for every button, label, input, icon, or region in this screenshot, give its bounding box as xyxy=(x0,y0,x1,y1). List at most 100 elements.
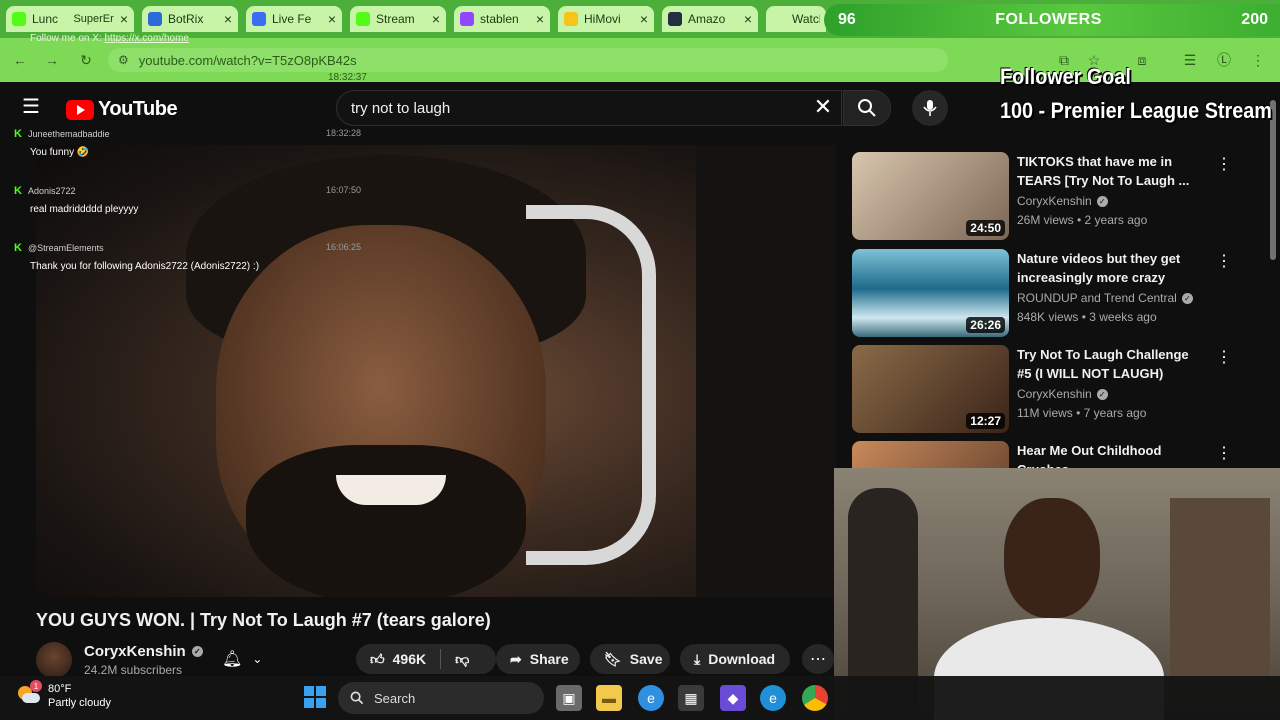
close-tab-icon[interactable]: × xyxy=(640,11,648,27)
voice-search-button[interactable] xyxy=(912,90,948,126)
chat-user: K Juneethemadbaddie xyxy=(14,128,110,140)
taskbar-search[interactable]: Search xyxy=(338,682,544,714)
related-video[interactable]: Hear Me Out Childhood Crushes ⋮ xyxy=(852,441,1272,469)
browser-tab[interactable]: Watch xyxy=(766,6,826,32)
like-button[interactable]: 👍︎ 496K xyxy=(370,651,426,668)
kebab-menu-icon[interactable]: ⋮ xyxy=(1216,347,1232,367)
tab-title: Stream xyxy=(376,12,415,26)
close-tab-icon[interactable]: × xyxy=(536,11,544,27)
chat-username: Juneethemadbaddie xyxy=(27,129,110,139)
channel-avatar[interactable] xyxy=(36,642,72,678)
weather-text: 80°F Partly cloudy xyxy=(48,682,111,710)
file-explorer-icon[interactable]: ▬ xyxy=(596,685,622,711)
download-icon: ⤓ xyxy=(694,650,701,667)
windows-start-icon[interactable] xyxy=(304,686,326,708)
verified-icon: ✓ xyxy=(1096,195,1108,207)
related-title[interactable]: Hear Me Out Childhood Crushes xyxy=(1017,441,1217,469)
edge-icon[interactable]: e xyxy=(760,685,786,711)
botrix-icon xyxy=(148,12,162,26)
related-channel[interactable]: CoryxKenshin xyxy=(1017,194,1092,208)
search-input[interactable]: try not to laugh xyxy=(336,90,842,126)
related-thumbnail[interactable] xyxy=(852,441,1009,469)
close-tab-icon[interactable]: × xyxy=(224,11,232,27)
search-button[interactable] xyxy=(843,90,891,126)
share-button[interactable]: ➦ Share xyxy=(496,644,580,674)
channel-name-row[interactable]: CoryxKenshin ✓ xyxy=(84,643,203,660)
share-label: Share xyxy=(529,651,569,667)
browser-tab[interactable]: stablen × xyxy=(454,6,550,32)
close-tab-icon[interactable]: × xyxy=(328,11,336,27)
more-icon: ⋯ xyxy=(810,651,826,668)
related-channel[interactable]: ROUNDUP and Trend Central xyxy=(1017,291,1177,305)
forward-icon[interactable]: → xyxy=(42,50,62,70)
notification-bell-button[interactable]: 🔔︎ ⌄ xyxy=(222,646,280,672)
tab-overlay-text: SuperEr xyxy=(73,13,114,25)
browser-tab[interactable]: Lunc SuperEr × xyxy=(6,6,134,32)
reload-icon[interactable]: ↻ xyxy=(76,50,96,70)
kick-icon xyxy=(356,12,370,26)
browser-tab[interactable]: Live Fe × xyxy=(246,6,342,32)
related-title[interactable]: Try Not To Laugh Challenge #5 (I WILL NO… xyxy=(1017,345,1197,383)
related-thumbnail[interactable]: 24:50 xyxy=(852,152,1009,240)
chat-user: K @StreamElements xyxy=(14,242,104,254)
chat-time: 16:06:25 xyxy=(326,242,362,252)
overlay-follow-link[interactable]: https://x.com/home xyxy=(104,33,188,44)
kebab-menu-icon[interactable]: ⋮ xyxy=(1216,251,1232,271)
kebab-menu-icon[interactable]: ⋮ xyxy=(1216,154,1232,174)
related-thumbnail[interactable]: 26:26 xyxy=(852,249,1009,337)
related-video[interactable]: 26:26 Nature videos but they get increas… xyxy=(852,249,1272,339)
chrome-icon[interactable] xyxy=(802,685,828,711)
related-video[interactable]: 24:50 TIKTOKS that have me in TEARS [Try… xyxy=(852,152,1272,242)
webcam-shelf xyxy=(1170,498,1270,698)
url-field[interactable]: ⚙ youtube.com/watch?v=T5zO8pKB42s xyxy=(108,48,948,72)
browser-tab[interactable]: HiMovi × xyxy=(558,6,654,32)
verified-icon: ✓ xyxy=(1181,292,1193,304)
more-actions-button[interactable]: ⋯ xyxy=(802,644,834,674)
video-background-panel xyxy=(696,145,836,597)
youtube-logo[interactable]: YouTube xyxy=(66,98,178,121)
tab-title: HiMovi xyxy=(584,12,621,26)
related-title[interactable]: TIKTOKS that have me in TEARS [Try Not T… xyxy=(1017,152,1197,190)
video-player[interactable] xyxy=(36,145,836,597)
browser-tab[interactable]: Stream × xyxy=(350,6,446,32)
weather-widget[interactable]: 1 80°F Partly cloudy xyxy=(16,680,111,710)
edge-dev-icon[interactable]: e xyxy=(638,685,664,711)
clear-search-icon[interactable]: ✕ xyxy=(812,96,834,118)
app-icon[interactable]: ◆ xyxy=(720,685,746,711)
related-meta: 26M views • 2 years ago xyxy=(1017,213,1148,227)
thumbs-down-icon: 👎︎ xyxy=(455,650,470,667)
related-video[interactable]: 12:27 Try Not To Laugh Challenge #5 (I W… xyxy=(852,345,1272,435)
save-button[interactable]: 🔖︎ Save xyxy=(590,644,670,674)
store-icon[interactable]: ▦ xyxy=(678,685,704,711)
close-tab-icon[interactable]: × xyxy=(744,11,752,27)
menu-icon[interactable]: ☰ xyxy=(22,96,44,118)
close-tab-icon[interactable]: × xyxy=(120,11,128,27)
chevron-down-icon: ⌄ xyxy=(252,652,263,666)
channel-name[interactable]: CoryxKenshin xyxy=(84,643,186,660)
browser-tab[interactable]: Amazo × xyxy=(662,6,758,32)
back-icon[interactable]: ← xyxy=(10,50,30,70)
related-channel[interactable]: CoryxKenshin xyxy=(1017,387,1092,401)
watch-icon xyxy=(772,12,786,26)
weather-icon: 1 xyxy=(16,680,42,708)
related-meta: 848K views • 3 weeks ago xyxy=(1017,310,1157,324)
related-channel-row: CoryxKenshin ✓ xyxy=(1017,194,1108,208)
kebab-menu-icon[interactable]: ⋮ xyxy=(1216,443,1232,463)
related-thumbnail[interactable]: 12:27 xyxy=(852,345,1009,433)
task-view-icon[interactable]: ▣ xyxy=(556,685,582,711)
close-tab-icon[interactable]: × xyxy=(432,11,440,27)
kick-icon xyxy=(12,12,26,26)
save-icon: 🔖︎ xyxy=(604,650,622,667)
video-subject-beard xyxy=(246,445,526,597)
twitch-icon xyxy=(460,12,474,26)
tab-title: Live Fe xyxy=(272,12,312,26)
taskbar-search-label: Search xyxy=(374,690,416,706)
follower-target: 200 xyxy=(1241,11,1268,28)
restream-icon xyxy=(252,12,266,26)
related-title[interactable]: Nature videos but they get increasingly … xyxy=(1017,249,1197,287)
browser-tab[interactable]: BotRix × xyxy=(142,6,238,32)
dislike-button[interactable]: 👎︎ xyxy=(455,651,469,668)
save-label: Save xyxy=(629,651,663,667)
site-info-icon[interactable]: ⚙ xyxy=(118,53,129,67)
download-button[interactable]: ⤓ Download xyxy=(680,644,790,674)
